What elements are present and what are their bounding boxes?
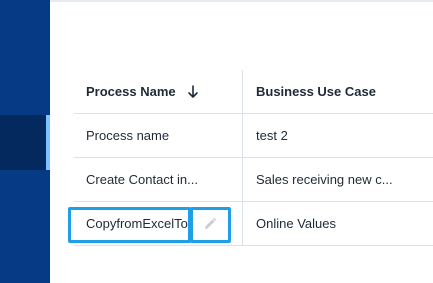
business-use-case-cell: test 2 [256,128,288,143]
column-divider [242,158,243,201]
table-header-row: Process Name Business Use Case [74,70,433,114]
column-divider [242,70,243,113]
process-table: Process Name Business Use Case Process n… [68,70,433,246]
sidebar [0,0,50,283]
column-header-business-use-case[interactable]: Business Use Case [256,70,406,113]
arrow-down-icon[interactable] [186,84,200,100]
table-row[interactable]: Create Contact in... Sales receiving new… [74,158,433,202]
business-use-case-cell: Sales receiving new c... [256,172,393,187]
table-row[interactable]: CopyfromExcelTo Online Values [68,202,433,246]
column-divider [242,114,243,157]
edit-button-highlight [190,207,231,243]
business-use-case-cell: Online Values [256,216,336,231]
column-divider [242,202,243,245]
process-name-cell[interactable]: Create Contact in... [86,158,204,201]
table-row[interactable]: Process name test 2 [74,114,433,158]
sidebar-active-item[interactable] [0,115,50,170]
process-name-cell[interactable]: Process name [86,114,204,157]
process-name-highlight [68,207,191,243]
top-divider [50,0,433,2]
